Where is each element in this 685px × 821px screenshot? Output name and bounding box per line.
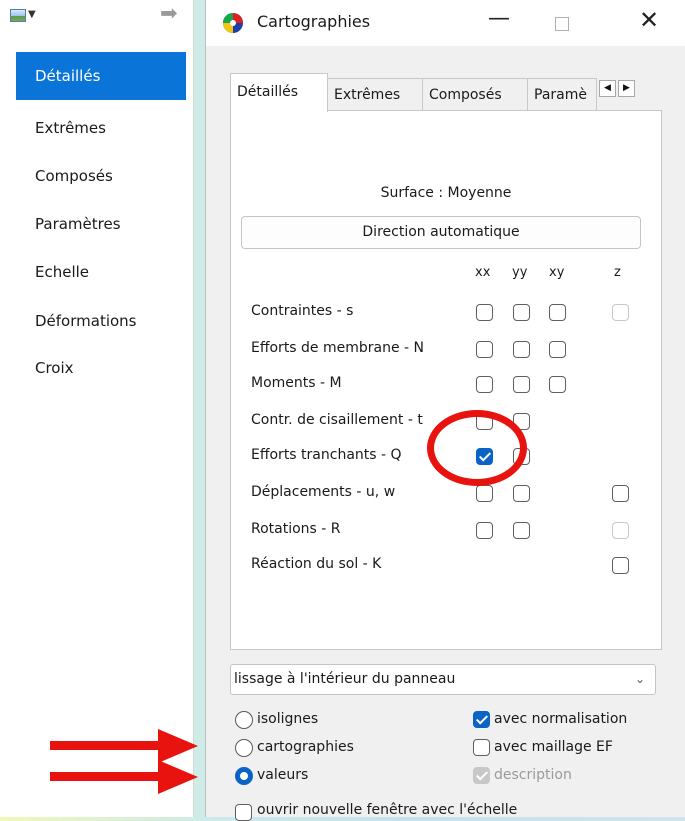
checkbox-contraintes-xy[interactable]: [549, 304, 566, 321]
nav-item-detailles[interactable]: Détaillés: [16, 52, 186, 100]
row-label-rotations: Rotations - R: [251, 521, 341, 537]
checkbox-maillage-label[interactable]: avec maillage EF: [494, 739, 613, 755]
radio-isolignes-label[interactable]: isolignes: [257, 711, 318, 727]
nav-item-croix[interactable]: Croix: [16, 344, 186, 392]
nav-item-extremes[interactable]: Extrêmes: [16, 104, 186, 152]
checkbox-normalisation[interactable]: [473, 711, 490, 728]
checkbox-efforts-tranchants-xx[interactable]: [476, 448, 493, 465]
checkbox-reaction-sol-z[interactable]: [612, 557, 629, 574]
tab-detailles[interactable]: Détaillés: [230, 73, 328, 112]
chevron-down-icon: ⌄: [634, 672, 645, 686]
row-label-contraintes: Contraintes - s: [251, 303, 354, 319]
tab-extremes[interactable]: Extrêmes: [327, 78, 423, 111]
checkbox-new-window-label[interactable]: ouvrir nouvelle fenêtre avec l'échelle: [257, 802, 517, 818]
checkbox-efforts-tranchants-yy[interactable]: [513, 448, 530, 465]
checkbox-normalisation-label[interactable]: avec normalisation: [494, 711, 627, 727]
column-header-yy: yy: [512, 265, 528, 280]
tab-panel-detailles: Surface : Moyenne Direction automatique …: [230, 110, 662, 650]
surface-label: Surface : Moyenne: [380, 185, 512, 201]
checkbox-rotations-z: [612, 522, 629, 539]
nav-item-echelle[interactable]: Echelle: [16, 248, 186, 296]
checkbox-moments-xx[interactable]: [476, 376, 493, 393]
tab-composes[interactable]: Composés: [422, 78, 528, 111]
tab-scroll-left-icon[interactable]: ◀: [599, 80, 616, 97]
left-toolbar: ▼ ➡: [0, 0, 194, 36]
row-label-efforts-tranchants: Efforts tranchants - Q: [251, 447, 402, 463]
tab-parametres[interactable]: Paramè: [527, 78, 597, 111]
checkbox-contr-cisaillement-xx[interactable]: [476, 413, 493, 430]
direction-automatique-button[interactable]: Direction automatique: [241, 216, 641, 249]
radio-cartographies-label[interactable]: cartographies: [257, 739, 354, 755]
checkbox-contraintes-z: [612, 304, 629, 321]
close-button[interactable]: ✕: [634, 6, 664, 36]
checkbox-deplacements-xx[interactable]: [476, 485, 493, 502]
row-label-reaction-sol: Réaction du sol - K: [251, 556, 382, 572]
radio-valeurs-label[interactable]: valeurs: [257, 767, 308, 783]
checkbox-rotations-xx[interactable]: [476, 522, 493, 539]
dropdown-caret-icon[interactable]: ▼: [28, 9, 36, 20]
checkbox-moments-xy[interactable]: [549, 376, 566, 393]
radio-cartographies[interactable]: [235, 739, 253, 757]
nav-item-composes[interactable]: Composés: [16, 152, 186, 200]
arrow-right-icon[interactable]: ➡: [160, 3, 178, 24]
checkbox-efforts-membrane-xx[interactable]: [476, 341, 493, 358]
checkbox-moments-yy[interactable]: [513, 376, 530, 393]
radio-isolignes[interactable]: [235, 711, 253, 729]
column-header-z: z: [614, 265, 621, 280]
checkbox-efforts-membrane-yy[interactable]: [513, 341, 530, 358]
row-label-deplacements: Déplacements - u, w: [251, 484, 396, 500]
cartographies-dialog: Cartographies — ✕ Détaillés Extrêmes Com…: [205, 0, 685, 821]
minimize-button[interactable]: —: [486, 6, 512, 36]
checkbox-contr-cisaillement-yy[interactable]: [513, 413, 530, 430]
smoothing-select[interactable]: lissage à l'intérieur du panneau ⌄: [230, 664, 656, 695]
checkbox-description: [473, 767, 490, 784]
nav-item-parametres[interactable]: Paramètres: [16, 200, 186, 248]
radio-valeurs[interactable]: [235, 767, 253, 785]
nav-item-deformations[interactable]: Déformations: [16, 297, 186, 345]
title-bar[interactable]: Cartographies — ✕: [206, 0, 685, 46]
column-header-xx: xx: [475, 265, 491, 280]
smoothing-select-value: lissage à l'intérieur du panneau: [234, 671, 456, 687]
row-label-moments: Moments - M: [251, 375, 342, 391]
checkbox-maillage[interactable]: [473, 739, 490, 756]
checkbox-rotations-yy[interactable]: [513, 522, 530, 539]
checkbox-contraintes-xx[interactable]: [476, 304, 493, 321]
checkbox-deplacements-z[interactable]: [612, 485, 629, 502]
checkbox-contraintes-yy[interactable]: [513, 304, 530, 321]
row-label-contr-cisaillement: Contr. de cisaillement - t: [251, 412, 423, 428]
checkbox-deplacements-yy[interactable]: [513, 485, 530, 502]
checkbox-new-window[interactable]: [235, 804, 252, 821]
row-label-efforts-membrane: Efforts de membrane - N: [251, 340, 425, 356]
checkbox-efforts-membrane-xy[interactable]: [549, 341, 566, 358]
left-panel: ▼ ➡ Détaillés Extrêmes Composés Paramètr…: [0, 0, 194, 817]
dialog-title: Cartographies: [257, 12, 371, 31]
maximize-button[interactable]: [555, 17, 569, 31]
image-icon[interactable]: [10, 9, 26, 22]
tab-scroll-right-icon[interactable]: ▶: [618, 80, 635, 97]
app-icon: [223, 13, 243, 33]
checkbox-description-label: description: [494, 767, 572, 783]
column-header-xy: xy: [549, 265, 565, 280]
